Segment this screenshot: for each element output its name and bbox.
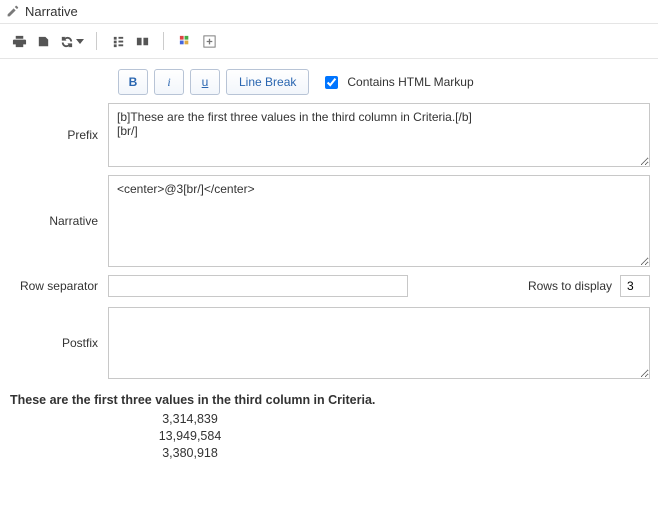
chevron-down-icon	[76, 39, 84, 44]
postfix-label: Postfix	[8, 307, 108, 379]
refresh-icon[interactable]	[56, 30, 86, 52]
print-icon[interactable]	[8, 30, 30, 52]
format-toolbar: B i u Line Break Contains HTML Markup	[118, 69, 650, 95]
preview-value: 3,380,918	[10, 445, 370, 462]
row-separator-label: Row separator	[8, 279, 108, 293]
postfix-input[interactable]	[108, 307, 650, 379]
preview-title: These are the first three values in the …	[10, 393, 648, 407]
linebreak-button[interactable]: Line Break	[226, 69, 309, 95]
pencil-icon	[6, 5, 19, 18]
contains-html-checkbox[interactable]	[325, 76, 338, 89]
preview-value: 3,314,839	[10, 411, 370, 428]
fit-icon[interactable]	[131, 30, 153, 52]
separator	[96, 32, 97, 50]
preview-area: These are the first three values in the …	[8, 387, 650, 472]
row-separator-row: Row separator Rows to display	[8, 275, 650, 297]
prefix-row: Prefix	[8, 103, 650, 167]
narrative-input[interactable]	[108, 175, 650, 267]
rows-to-display-label: Rows to display	[528, 279, 612, 293]
panel-title: Narrative	[25, 4, 78, 19]
bold-button[interactable]: B	[118, 69, 148, 95]
rows-to-display-input[interactable]	[620, 275, 650, 297]
narrative-label: Narrative	[8, 175, 108, 267]
form-panel: B i u Line Break Contains HTML Markup Pr…	[0, 59, 658, 482]
add-icon[interactable]	[198, 30, 220, 52]
export-icon[interactable]	[32, 30, 54, 52]
italic-button[interactable]: i	[154, 69, 184, 95]
prefix-label: Prefix	[8, 103, 108, 167]
grid-icon[interactable]	[174, 30, 196, 52]
preview-value: 13,949,584	[10, 428, 370, 445]
prefix-input[interactable]	[108, 103, 650, 167]
panel-header: Narrative	[0, 0, 658, 24]
contains-html-label: Contains HTML Markup	[347, 75, 473, 89]
preview-values: 3,314,839 13,949,584 3,380,918	[10, 411, 370, 462]
narrative-row: Narrative	[8, 175, 650, 267]
contains-html-wrap[interactable]: Contains HTML Markup	[321, 73, 473, 92]
underline-button[interactable]: u	[190, 69, 220, 95]
align-icon[interactable]	[107, 30, 129, 52]
separator	[163, 32, 164, 50]
row-separator-input[interactable]	[108, 275, 408, 297]
toolbar	[0, 24, 658, 59]
postfix-row: Postfix	[8, 307, 650, 379]
